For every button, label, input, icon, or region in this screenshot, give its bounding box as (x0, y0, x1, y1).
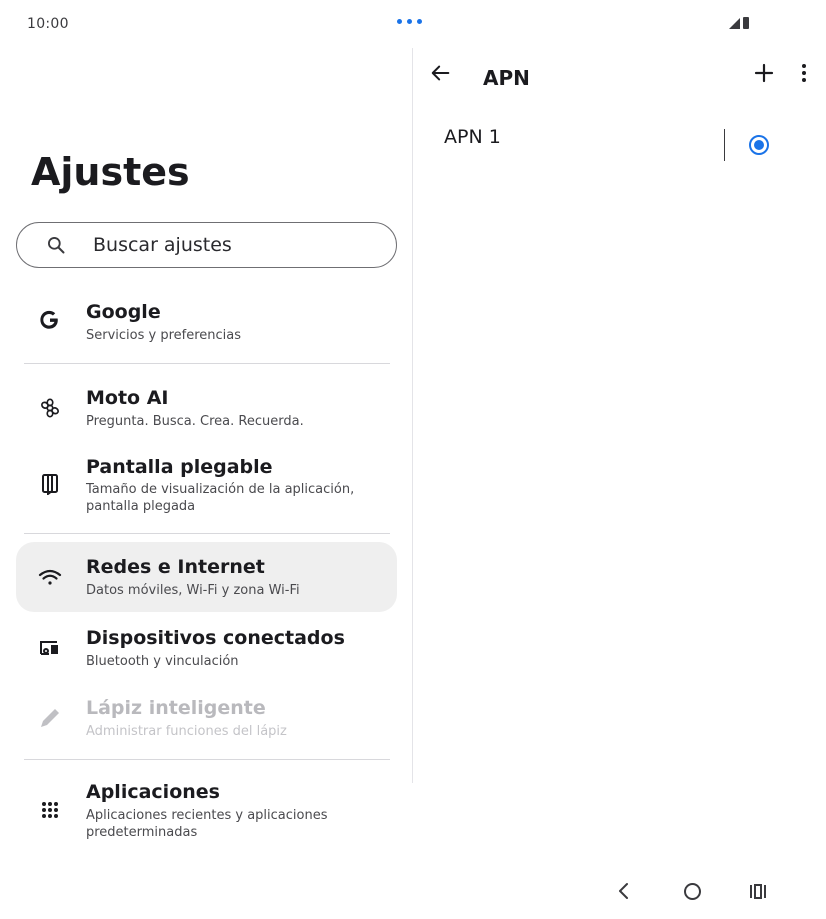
dot-icon (417, 19, 422, 24)
item-title: Pantalla plegable (86, 456, 273, 478)
nav-home-icon[interactable] (684, 883, 701, 900)
battery-icon (743, 17, 749, 29)
nav-back-icon[interactable] (617, 882, 631, 900)
item-title: Aplicaciones (86, 781, 220, 803)
apn-separator (724, 129, 725, 161)
divider (24, 363, 390, 364)
pane-divider[interactable] (412, 48, 413, 783)
item-title: Redes e Internet (86, 556, 265, 578)
item-subtitle: Administrar funciones del lápiz (86, 724, 287, 739)
dot-icon (407, 19, 412, 24)
settings-item-foldable-screen[interactable]: Pantalla plegable Tamaño de visualizació… (16, 452, 397, 524)
back-arrow-icon[interactable] (430, 62, 452, 84)
wifi-icon (38, 566, 62, 590)
settings-item-apps[interactable]: Aplicaciones Aplicaciones recientes y ap… (16, 776, 397, 846)
status-bar: 10:00 (0, 0, 826, 48)
pen-icon (38, 706, 62, 730)
settings-item-smart-pen: Lápiz inteligente Administrar funciones … (16, 692, 397, 752)
moto-ai-icon (38, 396, 62, 420)
item-subtitle: Servicios y preferencias (86, 328, 242, 343)
apn-list-item[interactable]: APN 1 (430, 114, 810, 174)
divider (24, 759, 390, 760)
add-icon[interactable] (754, 63, 774, 83)
item-subtitle: Datos móviles, Wi-Fi y zona Wi-Fi (86, 583, 300, 598)
dot-icon (397, 19, 402, 24)
apn-name: APN 1 (444, 126, 501, 148)
page-title: Ajustes (31, 150, 190, 194)
item-title: Dispositivos conectados (86, 627, 345, 649)
signal-icon (729, 18, 740, 29)
apps-grid-icon (38, 798, 62, 822)
foldable-screen-icon (38, 472, 62, 496)
settings-item-connected-devices[interactable]: Dispositivos conectados Bluetooth y vinc… (16, 622, 397, 682)
status-time: 10:00 (27, 16, 69, 32)
divider (24, 533, 390, 534)
settings-item-network-internet[interactable]: Redes e Internet Datos móviles, Wi-Fi y … (16, 542, 397, 612)
apn-radio-selected[interactable] (749, 135, 769, 155)
search-placeholder: Buscar ajustes (93, 234, 232, 256)
item-title: Google (86, 301, 161, 323)
settings-item-google[interactable]: Google Servicios y preferencias (16, 296, 397, 358)
item-subtitle: Bluetooth y vinculación (86, 654, 239, 669)
item-title: Moto AI (86, 387, 169, 409)
item-title: Lápiz inteligente (86, 697, 266, 719)
nav-recents-icon[interactable] (749, 883, 767, 900)
connected-devices-icon (38, 636, 62, 660)
apn-page-title: APN (483, 66, 530, 90)
search-icon (48, 237, 65, 254)
multi-window-handle[interactable] (397, 19, 422, 24)
item-subtitle: Tamaño de visualización de la aplicación… (86, 482, 355, 514)
status-icons (729, 17, 749, 29)
item-subtitle: Aplicaciones recientes y aplicaciones pr… (86, 808, 328, 840)
more-vert-icon[interactable] (798, 63, 810, 83)
item-subtitle: Pregunta. Busca. Crea. Recuerda. (86, 414, 304, 429)
google-icon (38, 308, 62, 332)
search-input[interactable]: Buscar ajustes (16, 222, 397, 268)
settings-item-moto-ai[interactable]: Moto AI Pregunta. Busca. Crea. Recuerda. (16, 382, 397, 442)
